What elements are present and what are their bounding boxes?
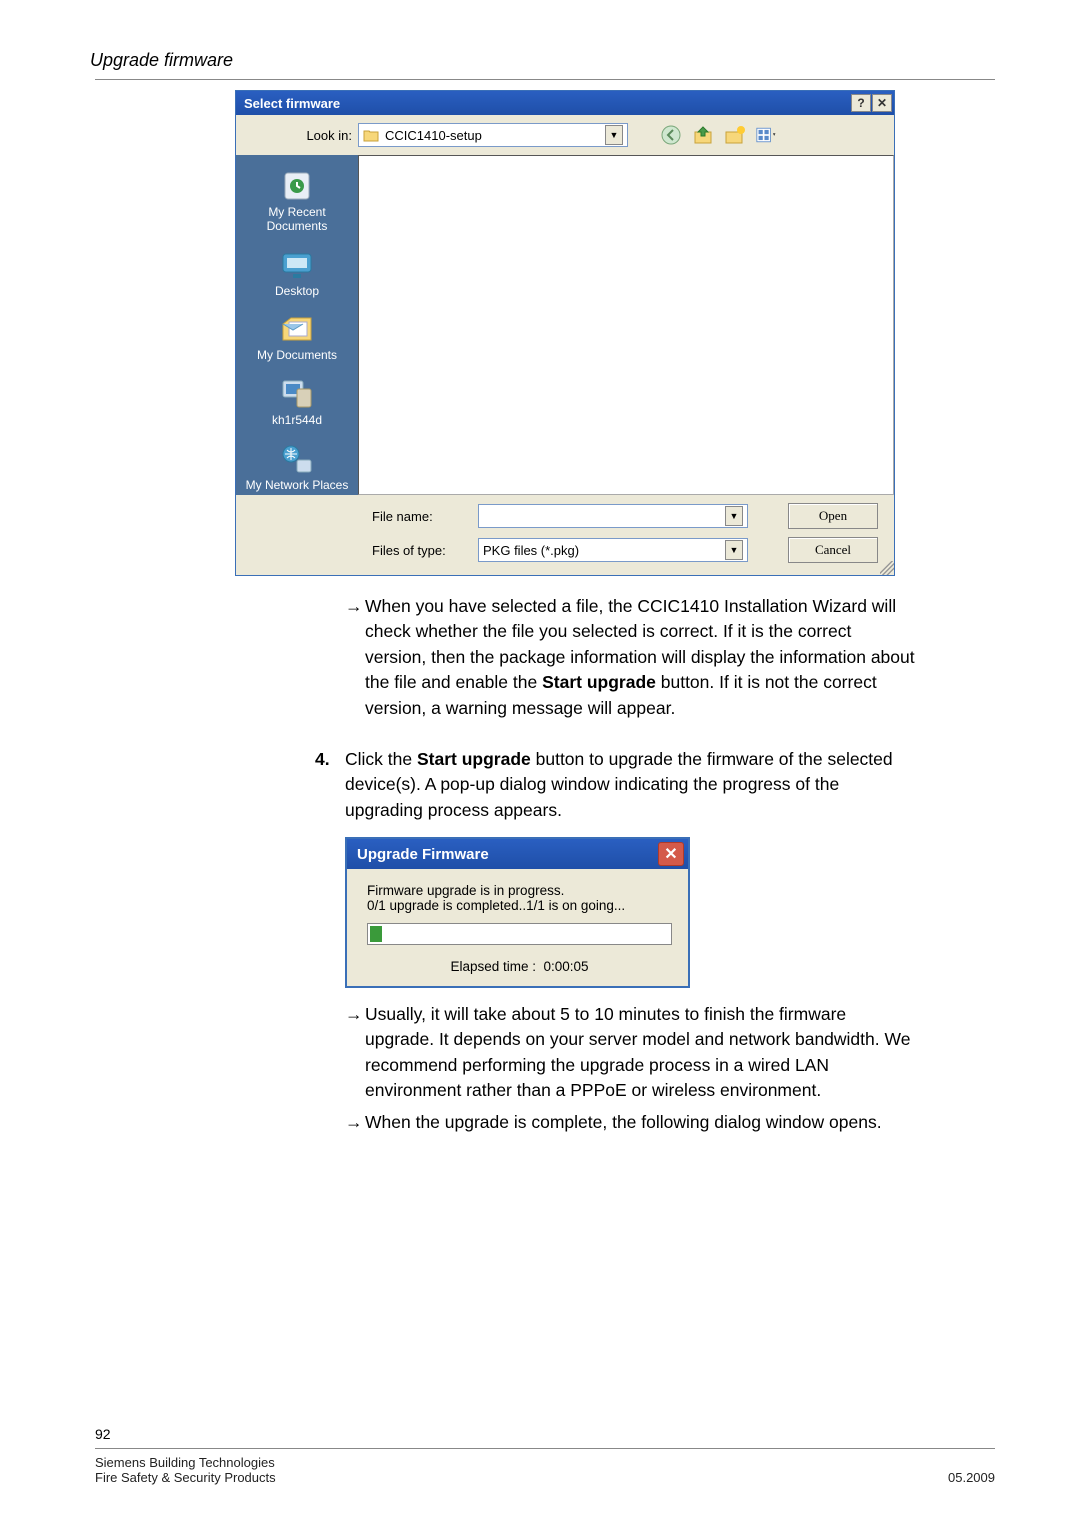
progress-bar xyxy=(367,923,672,945)
views-icon[interactable] xyxy=(756,124,778,146)
elapsed-time: Elapsed time : 0:00:05 xyxy=(367,959,672,974)
popup-line2: 0/1 upgrade is completed..1/1 is on goin… xyxy=(367,898,672,913)
network-places-icon xyxy=(279,442,315,476)
popup-titlebar: Upgrade Firmware ✕ xyxy=(347,839,688,869)
lookin-dropdown[interactable]: CCIC1410-setup ▼ xyxy=(358,123,628,147)
bullet-item: → When the upgrade is complete, the foll… xyxy=(345,1110,915,1135)
desktop-icon xyxy=(279,248,315,282)
upgrade-firmware-popup: Upgrade Firmware ✕ Firmware upgrade is i… xyxy=(345,837,690,988)
bullet-item: → When you have selected a file, the CCI… xyxy=(345,594,915,721)
chevron-down-icon[interactable]: ▼ xyxy=(725,540,743,560)
computer-icon xyxy=(279,377,315,411)
dialog-title: Select firmware xyxy=(244,96,340,111)
sidebar-item-computer[interactable]: kh1r544d xyxy=(242,373,352,432)
arrow-icon: → xyxy=(345,1002,365,1104)
step-number: 4. xyxy=(315,747,345,823)
cancel-button[interactable]: Cancel xyxy=(788,537,878,563)
file-type-label: Files of type: xyxy=(358,543,478,558)
recent-docs-icon xyxy=(279,169,315,203)
bullet-item: → Usually, it will take about 5 to 10 mi… xyxy=(345,1002,915,1104)
paragraph-text: When you have selected a file, the CCIC1… xyxy=(365,594,915,721)
step-text: Click the Start upgrade button to upgrad… xyxy=(345,747,915,823)
back-icon[interactable] xyxy=(660,124,682,146)
sidebar-item-recent[interactable]: My Recent Documents xyxy=(242,165,352,238)
arrow-icon: → xyxy=(345,1110,365,1135)
sidebar-item-network[interactable]: My Network Places xyxy=(242,438,352,497)
close-button[interactable]: ✕ xyxy=(658,842,684,866)
help-button[interactable]: ? xyxy=(851,94,871,112)
chevron-down-icon[interactable]: ▼ xyxy=(725,506,743,526)
lookin-label: Look in: xyxy=(292,128,352,143)
numbered-step: 4. Click the Start upgrade button to upg… xyxy=(315,747,915,823)
close-button[interactable]: ✕ xyxy=(872,94,892,112)
file-name-label: File name: xyxy=(358,509,478,524)
sidebar-item-desktop[interactable]: Desktop xyxy=(242,244,352,303)
folder-icon xyxy=(363,128,379,142)
my-documents-icon xyxy=(279,312,315,346)
progress-fill xyxy=(370,926,382,942)
file-name-input[interactable]: ▼ xyxy=(478,504,748,528)
page-number: 92 xyxy=(95,1426,995,1442)
paragraph-text: Usually, it will take about 5 to 10 minu… xyxy=(365,1002,915,1104)
up-icon[interactable] xyxy=(692,124,714,146)
file-dialog: Select firmware ? ✕ Look in: CCIC1410-se… xyxy=(235,90,895,576)
paragraph-text: When the upgrade is complete, the follow… xyxy=(365,1110,915,1135)
open-button[interactable]: Open xyxy=(788,503,878,529)
resize-grip-icon[interactable] xyxy=(880,561,894,575)
file-list-area[interactable] xyxy=(358,155,894,495)
popup-title: Upgrade Firmware xyxy=(357,846,489,863)
popup-line1: Firmware upgrade is in progress. xyxy=(367,883,672,898)
arrow-icon: → xyxy=(345,594,365,721)
section-rule xyxy=(95,79,995,80)
file-type-dropdown[interactable]: PKG files (*.pkg) ▼ xyxy=(478,538,748,562)
footer-division: Fire Safety & Security Products xyxy=(95,1470,276,1485)
footer-date: 05.2009 xyxy=(948,1470,995,1485)
sidebar-item-mydocs[interactable]: My Documents xyxy=(242,308,352,367)
lookin-value: CCIC1410-setup xyxy=(385,128,482,143)
dialog-titlebar: Select firmware ? ✕ xyxy=(236,91,894,115)
page-footer: 92 Siemens Building Technologies Fire Sa… xyxy=(95,1426,995,1485)
chevron-down-icon[interactable]: ▼ xyxy=(605,125,623,145)
footer-company: Siemens Building Technologies xyxy=(95,1455,276,1470)
footer-rule xyxy=(95,1448,995,1449)
section-title: Upgrade firmware xyxy=(90,50,995,71)
dialog-toolbar: Look in: CCIC1410-setup ▼ xyxy=(236,115,894,155)
new-folder-icon[interactable] xyxy=(724,124,746,146)
places-sidebar: My Recent Documents Desktop My Documents… xyxy=(236,155,358,495)
